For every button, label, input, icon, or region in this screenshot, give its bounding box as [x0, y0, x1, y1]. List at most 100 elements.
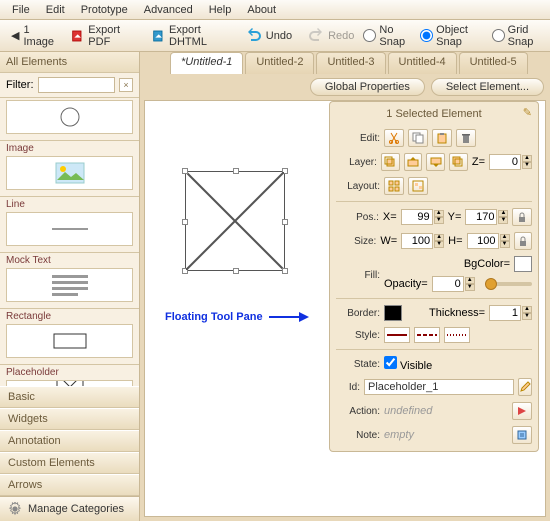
snap-none[interactable]: No Snap	[363, 24, 412, 48]
filter-input[interactable]	[38, 77, 116, 93]
filter-clear-button[interactable]: ×	[119, 78, 133, 92]
bgcolor-label: BgColor=	[464, 258, 510, 270]
resize-handle-se[interactable]	[282, 268, 288, 274]
size-label: Size:	[336, 236, 376, 247]
tab-1[interactable]: *Untitled-1	[170, 52, 243, 74]
menu-edit[interactable]: Edit	[38, 2, 73, 18]
x-label: X=	[383, 211, 397, 223]
action-value: undefined	[384, 405, 432, 417]
style-dotted-button[interactable]	[444, 327, 470, 343]
id-field[interactable]	[364, 379, 514, 395]
category-custom[interactable]: Custom Elements	[0, 452, 139, 474]
layer-up-button[interactable]	[404, 153, 423, 171]
export-pdf-button[interactable]: Export PDF	[64, 20, 143, 52]
resize-handle-sw[interactable]	[182, 268, 188, 274]
image-nav-button[interactable]: ◀1 Image	[4, 20, 62, 52]
lock-size-button[interactable]	[514, 232, 533, 250]
w-field[interactable]: ▲▼	[401, 233, 444, 249]
copy-button[interactable]	[408, 129, 428, 147]
style-solid-button[interactable]	[384, 327, 410, 343]
z-label: Z=	[472, 156, 485, 168]
layer-back-button[interactable]	[449, 153, 468, 171]
manage-categories-button[interactable]: Manage Categories	[0, 496, 139, 521]
menu-file[interactable]: File	[4, 2, 38, 18]
dhtml-icon	[152, 28, 165, 44]
snap-object[interactable]: Object Snap	[420, 24, 483, 48]
resize-handle-e[interactable]	[282, 219, 288, 225]
bgcolor-swatch[interactable]	[514, 256, 532, 272]
redo-button[interactable]: Redo	[301, 24, 361, 48]
resize-handle-s[interactable]	[233, 268, 239, 274]
canvas-area: *Untitled-1 Untitled-2 Untitled-3 Untitl…	[140, 52, 550, 521]
category-list: Basic Widgets Annotation Custom Elements…	[0, 386, 139, 496]
global-properties-button[interactable]: Global Properties	[310, 78, 425, 96]
tool-pane: 1 Selected Element✎ Edit: Layer: Z= ▲▼ L…	[329, 101, 539, 452]
layer-front-button[interactable]	[381, 153, 400, 171]
sidebar-header[interactable]: All Elements	[0, 52, 139, 73]
id-edit-button[interactable]	[518, 378, 532, 396]
paste-button[interactable]	[432, 129, 452, 147]
tab-2[interactable]: Untitled-2	[245, 52, 314, 74]
tab-3[interactable]: Untitled-3	[316, 52, 385, 74]
snap-grid[interactable]: Grid Snap	[492, 24, 546, 48]
y-field[interactable]: ▲▼	[465, 209, 508, 225]
delete-button[interactable]	[456, 129, 476, 147]
layout-label: Layout:	[336, 181, 380, 192]
layer-label: Layer:	[336, 157, 377, 168]
filter-label: Filter:	[6, 79, 34, 91]
resize-handle-nw[interactable]	[182, 168, 188, 174]
tab-4[interactable]: Untitled-4	[388, 52, 457, 74]
h-field[interactable]: ▲▼	[467, 233, 510, 249]
toolbar: ◀1 Image Export PDF Export DHTML Undo Re…	[0, 20, 550, 52]
resize-handle-n[interactable]	[233, 168, 239, 174]
menu-prototype[interactable]: Prototype	[73, 2, 136, 18]
menu-help[interactable]: Help	[201, 2, 240, 18]
tab-bar: *Untitled-1 Untitled-2 Untitled-3 Untitl…	[140, 52, 550, 74]
opacity-field[interactable]: ▲▼	[432, 276, 475, 292]
visible-checkbox[interactable]: Visible	[384, 356, 432, 372]
selected-placeholder-shape[interactable]	[185, 171, 285, 271]
menu-advanced[interactable]: Advanced	[136, 2, 201, 18]
palette-placeholder[interactable]: Placeholder	[0, 365, 139, 386]
palette-rectangle[interactable]: Rectangle	[0, 309, 139, 365]
style-label: Style:	[336, 330, 380, 341]
resize-handle-ne[interactable]	[282, 168, 288, 174]
note-edit-button[interactable]	[512, 426, 532, 444]
palette-circle[interactable]	[0, 98, 139, 141]
state-label: State:	[336, 359, 380, 370]
layer-down-button[interactable]	[426, 153, 445, 171]
menu-about[interactable]: About	[239, 2, 284, 18]
layout-grid-button[interactable]	[384, 177, 404, 195]
thickness-field[interactable]: ▲▼	[489, 305, 532, 321]
resize-handle-w[interactable]	[182, 219, 188, 225]
action-edit-button[interactable]	[512, 402, 532, 420]
h-label: H=	[448, 235, 462, 247]
sidebar: All Elements Filter: × Image Line Mock T…	[0, 52, 140, 521]
category-basic[interactable]: Basic	[0, 386, 139, 408]
lock-position-button[interactable]	[512, 208, 532, 226]
palette-image[interactable]: Image	[0, 141, 139, 197]
menu-bar: File Edit Prototype Advanced Help About	[0, 0, 550, 20]
palette-mocktext[interactable]: Mock Text	[0, 253, 139, 309]
border-color-swatch[interactable]	[384, 305, 402, 321]
select-element-button[interactable]: Select Element...	[431, 78, 544, 96]
tab-5[interactable]: Untitled-5	[459, 52, 528, 74]
pdf-icon	[71, 28, 84, 44]
palette-line[interactable]: Line	[0, 197, 139, 253]
layout-group-button[interactable]	[408, 177, 428, 195]
cut-button[interactable]	[384, 129, 404, 147]
pencil-icon[interactable]: ✎	[523, 106, 532, 119]
category-annotation[interactable]: Annotation	[0, 430, 139, 452]
export-dhtml-button[interactable]: Export DHTML	[145, 20, 237, 52]
gear-icon	[8, 502, 22, 516]
opacity-slider[interactable]	[485, 282, 532, 286]
style-dashed-button[interactable]	[414, 327, 440, 343]
border-label: Border:	[336, 308, 380, 319]
x-field[interactable]: ▲▼	[401, 209, 444, 225]
category-arrows[interactable]: Arrows	[0, 474, 139, 496]
canvas[interactable]: Floating Tool Pane 1 Selected Element✎ E…	[144, 100, 546, 517]
category-widgets[interactable]: Widgets	[0, 408, 139, 430]
undo-button[interactable]: Undo	[239, 24, 299, 48]
filter-row: Filter: ×	[0, 73, 139, 98]
z-field[interactable]: ▲▼	[489, 154, 532, 170]
